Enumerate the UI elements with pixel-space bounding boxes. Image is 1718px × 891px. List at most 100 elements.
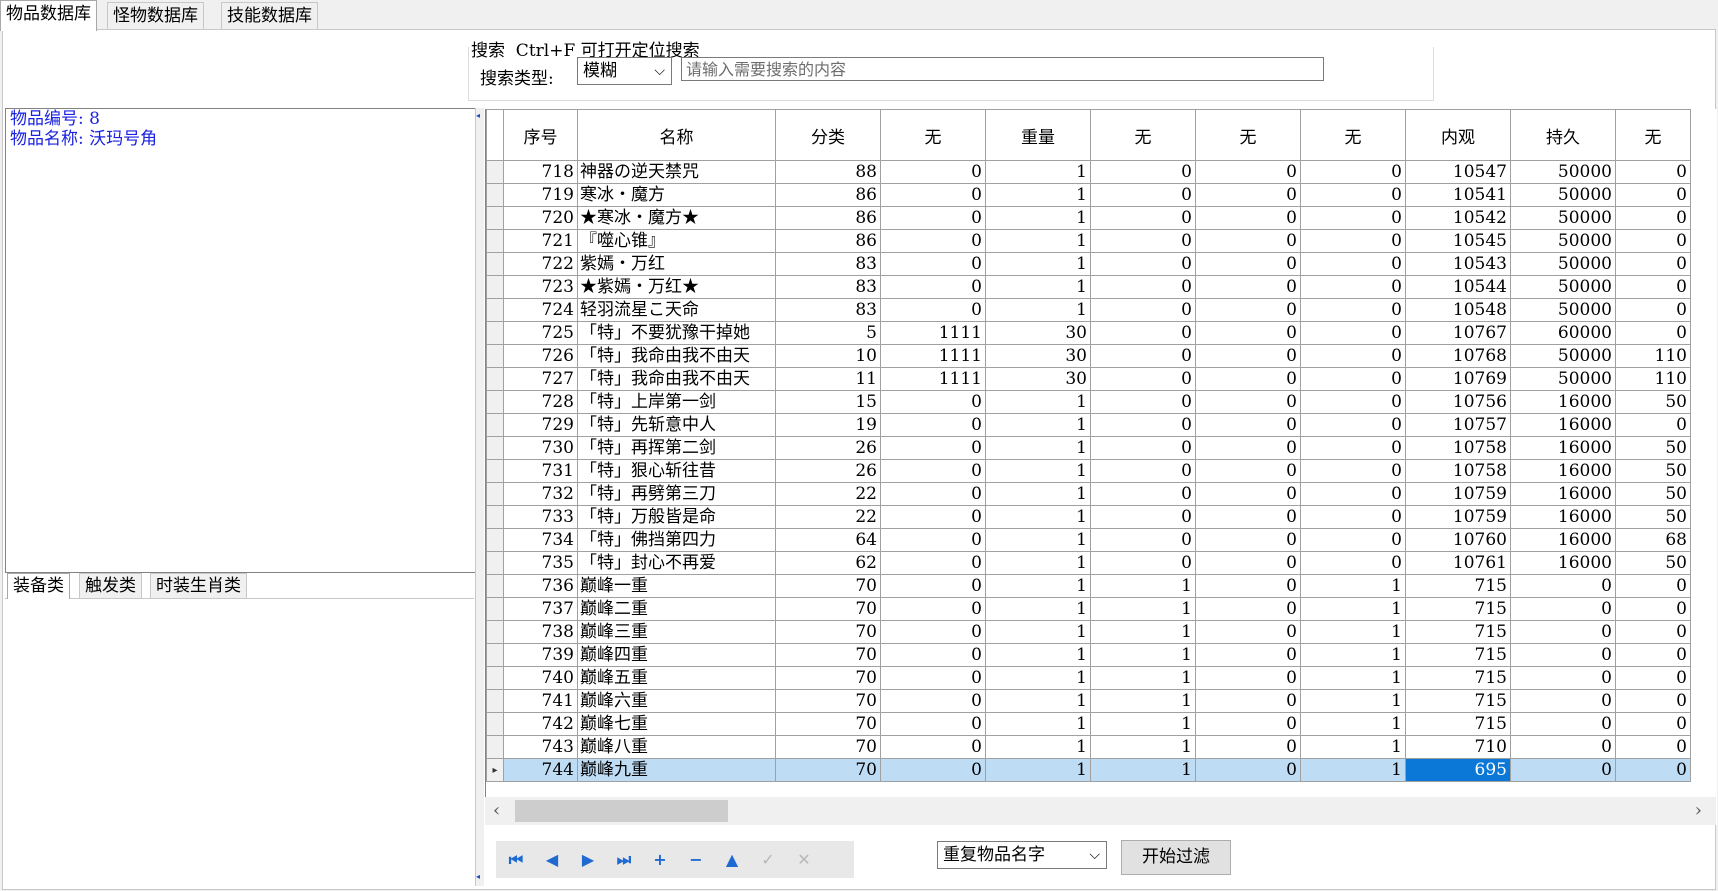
table-cell[interactable]: 739 [503,643,578,667]
table-cell[interactable]: 0 [1195,275,1301,299]
table-cell[interactable]: 738 [503,620,578,644]
table-cell[interactable]: 1 [985,551,1091,575]
table-cell[interactable]: 1 [985,183,1091,207]
start-filter-button[interactable]: 开始过滤 [1121,840,1231,875]
table-cell[interactable]: 0 [880,758,986,782]
table-cell[interactable]: 715 [1405,643,1511,667]
table-cell[interactable]: 1 [1090,620,1196,644]
table-cell[interactable]: 83 [775,298,881,322]
tab-skills-db[interactable]: 技能数据库 [221,2,318,30]
table-cell[interactable]: 737 [503,597,578,621]
table-cell[interactable]: 736 [503,574,578,598]
table-cell[interactable]: 神器の逆天禁咒 [577,160,776,184]
table-cell[interactable]: 0 [1615,666,1691,690]
table-cell[interactable]: 1 [985,275,1091,299]
table-cell[interactable]: 50 [1615,390,1691,414]
insert-record-icon[interactable]: + [642,841,678,878]
table-cell[interactable]: 732 [503,482,578,506]
table-row[interactable]: 740 巅峰五重 70 0 1 1 0 1 715 0 0 [486,666,1691,690]
table-cell[interactable]: 742 [503,712,578,736]
table-cell[interactable]: 0 [1615,620,1691,644]
table-cell[interactable]: 0 [1300,275,1406,299]
table-row[interactable]: 728 「特」上岸第一剑 15 0 1 0 0 0 10756 16000 50 [486,390,1691,414]
table-cell[interactable]: 0 [1510,620,1616,644]
table-cell[interactable]: 0 [1195,459,1301,483]
table-cell[interactable]: 0 [1510,735,1616,759]
table-cell[interactable]: 0 [880,436,986,460]
table-cell[interactable]: 5 [775,321,881,345]
table-cell[interactable]: 0 [880,413,986,437]
table-cell[interactable]: 「特」封心不再爱 [577,551,776,575]
table-cell[interactable]: 16000 [1510,528,1616,552]
table-cell[interactable]: 30 [985,367,1091,391]
table-cell[interactable]: 0 [1615,597,1691,621]
table-cell[interactable]: 10767 [1405,321,1511,345]
table-cell[interactable]: 0 [1195,367,1301,391]
table-cell[interactable]: 0 [1300,229,1406,253]
table-cell[interactable]: 0 [1195,505,1301,529]
row-header[interactable] [486,344,504,368]
table-cell[interactable]: 0 [1090,183,1196,207]
table-cell[interactable]: 0 [1615,252,1691,276]
table-cell[interactable]: 710 [1405,735,1511,759]
table-cell[interactable]: 0 [1300,183,1406,207]
table-cell[interactable]: 0 [1300,160,1406,184]
table-cell[interactable]: 0 [1615,275,1691,299]
edit-record-icon[interactable]: ▲ [714,841,750,878]
table-cell[interactable]: 0 [1195,551,1301,575]
table-cell[interactable]: 0 [880,689,986,713]
column-header[interactable]: 重量 [985,109,1091,161]
table-cell[interactable]: 0 [880,390,986,414]
filter-select[interactable]: 重复物品名字 ⌵ [937,841,1107,869]
table-cell[interactable]: ★紫嫣・万红★ [577,275,776,299]
table-cell[interactable]: 715 [1405,666,1511,690]
table-cell[interactable]: 「特」上岸第一剑 [577,390,776,414]
table-cell[interactable]: 「特」不要犹豫干掉她 [577,321,776,345]
table-cell[interactable]: 0 [1615,574,1691,598]
row-header[interactable] [486,252,504,276]
table-cell[interactable]: 1 [1090,597,1196,621]
table-cell[interactable]: 0 [1615,712,1691,736]
row-header[interactable] [486,321,504,345]
row-header[interactable] [486,735,504,759]
table-cell[interactable]: 0 [880,275,986,299]
table-cell[interactable]: 「特」我命由我不由天 [577,344,776,368]
table-row[interactable]: 732 「特」再劈第三刀 22 0 1 0 0 0 10759 16000 50 [486,482,1691,506]
tab-trigger[interactable]: 触发类 [79,573,142,599]
items-grid[interactable]: 序号 名称 分类无重量无无无内观 持久无 718 神器の逆天禁咒 88 0 1 0 0 0 10547… [485,109,1717,825]
column-header[interactable]: 无 [880,109,986,161]
table-cell[interactable]: 1 [985,229,1091,253]
table-cell[interactable]: 10757 [1405,413,1511,437]
column-header[interactable]: 名称 [577,109,776,161]
table-cell[interactable]: 0 [1300,367,1406,391]
search-input[interactable] [681,57,1324,81]
table-row[interactable]: 724 轻羽流星こ天命 83 0 1 0 0 0 10548 50000 0 [486,298,1691,322]
tab-items-db[interactable]: 物品数据库 [0,0,97,31]
table-cell[interactable]: 70 [775,574,881,598]
table-cell[interactable]: 22 [775,482,881,506]
table-cell[interactable]: 0 [1300,321,1406,345]
table-cell[interactable]: 0 [1300,551,1406,575]
table-cell[interactable]: 巅峰二重 [577,597,776,621]
table-cell[interactable]: 「特」万般皆是命 [577,505,776,529]
table-cell[interactable]: 0 [1300,390,1406,414]
table-cell[interactable]: 0 [1195,620,1301,644]
table-cell[interactable]: 16000 [1510,551,1616,575]
table-cell[interactable]: 0 [1090,160,1196,184]
table-cell[interactable]: 「特」先斩意中人 [577,413,776,437]
table-cell[interactable]: 50000 [1510,367,1616,391]
table-cell[interactable]: 0 [1300,505,1406,529]
scroll-left-icon[interactable]: ‹ [493,800,500,821]
table-cell[interactable]: 0 [880,643,986,667]
table-row[interactable]: 739 巅峰四重 70 0 1 1 0 1 715 0 0 [486,643,1691,667]
table-cell[interactable]: 0 [1195,712,1301,736]
table-cell[interactable]: 1 [1300,712,1406,736]
table-row[interactable]: 731 「特」狠心斩往昔 26 0 1 0 0 0 10758 16000 50 [486,459,1691,483]
table-cell[interactable]: 86 [775,229,881,253]
column-header[interactable]: 无 [1090,109,1196,161]
table-cell[interactable]: 0 [1615,160,1691,184]
table-cell[interactable]: 10544 [1405,275,1511,299]
table-cell[interactable]: 1 [985,735,1091,759]
table-cell[interactable]: 0 [1090,275,1196,299]
table-cell[interactable]: 0 [1615,229,1691,253]
